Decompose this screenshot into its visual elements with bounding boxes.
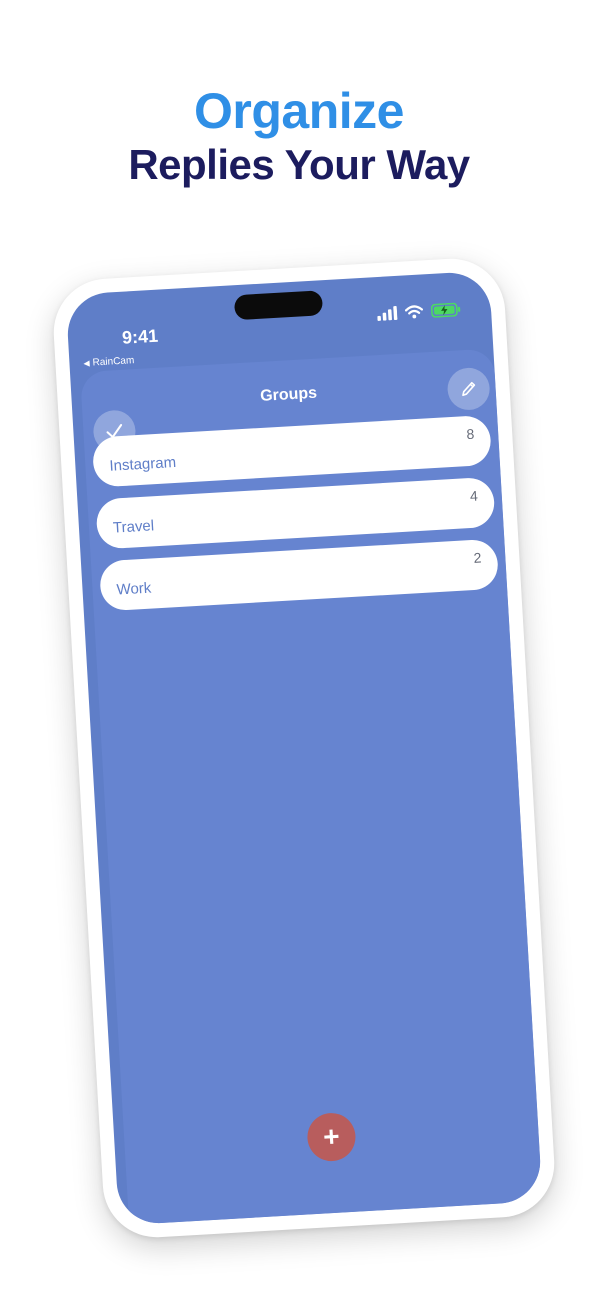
group-name: Work <box>116 579 152 599</box>
group-count: 8 <box>465 425 475 443</box>
status-indicators <box>377 302 462 322</box>
headline-line-2: Replies Your Way <box>128 141 470 188</box>
phone-mockup: 9:41 ◀ RainCam Groups Instagram 8 Travel… <box>50 255 558 1241</box>
headline: Organize Replies Your Way <box>0 82 598 190</box>
pencil-icon <box>462 381 476 397</box>
group-count: 2 <box>473 549 482 566</box>
back-to-app-link[interactable]: ◀ RainCam <box>83 355 134 369</box>
add-group-button[interactable]: + <box>306 1111 357 1163</box>
group-list: Instagram 8 Travel 4 Work 2 <box>91 414 500 624</box>
group-row[interactable]: Travel 4 <box>95 476 496 550</box>
dynamic-island <box>233 290 324 321</box>
sheet-title: Groups <box>259 384 318 405</box>
groups-sheet: Groups Instagram 8 Travel 4 Work 2 + <box>80 348 543 1225</box>
cellular-signal-icon <box>377 305 398 322</box>
phone-screen: 9:41 ◀ RainCam Groups Instagram 8 Travel… <box>65 270 543 1226</box>
group-name: Instagram <box>108 453 177 475</box>
headline-line-1: Organize <box>194 83 404 139</box>
back-app-label: RainCam <box>92 355 135 369</box>
group-row[interactable]: Work 2 <box>98 538 500 612</box>
battery-charging-icon <box>430 302 461 318</box>
back-arrow-icon: ◀ <box>83 358 90 369</box>
wifi-icon <box>404 305 424 319</box>
app-store-screenshot: Organize Replies Your Way 9:41 ◀ RainCam <box>0 0 598 1300</box>
group-name: Travel <box>112 517 155 537</box>
plus-icon: + <box>322 1120 341 1153</box>
status-time: 9:41 <box>121 325 159 348</box>
group-count: 4 <box>469 487 479 505</box>
edit-button[interactable] <box>446 366 491 412</box>
group-row[interactable]: Instagram 8 <box>91 414 493 488</box>
